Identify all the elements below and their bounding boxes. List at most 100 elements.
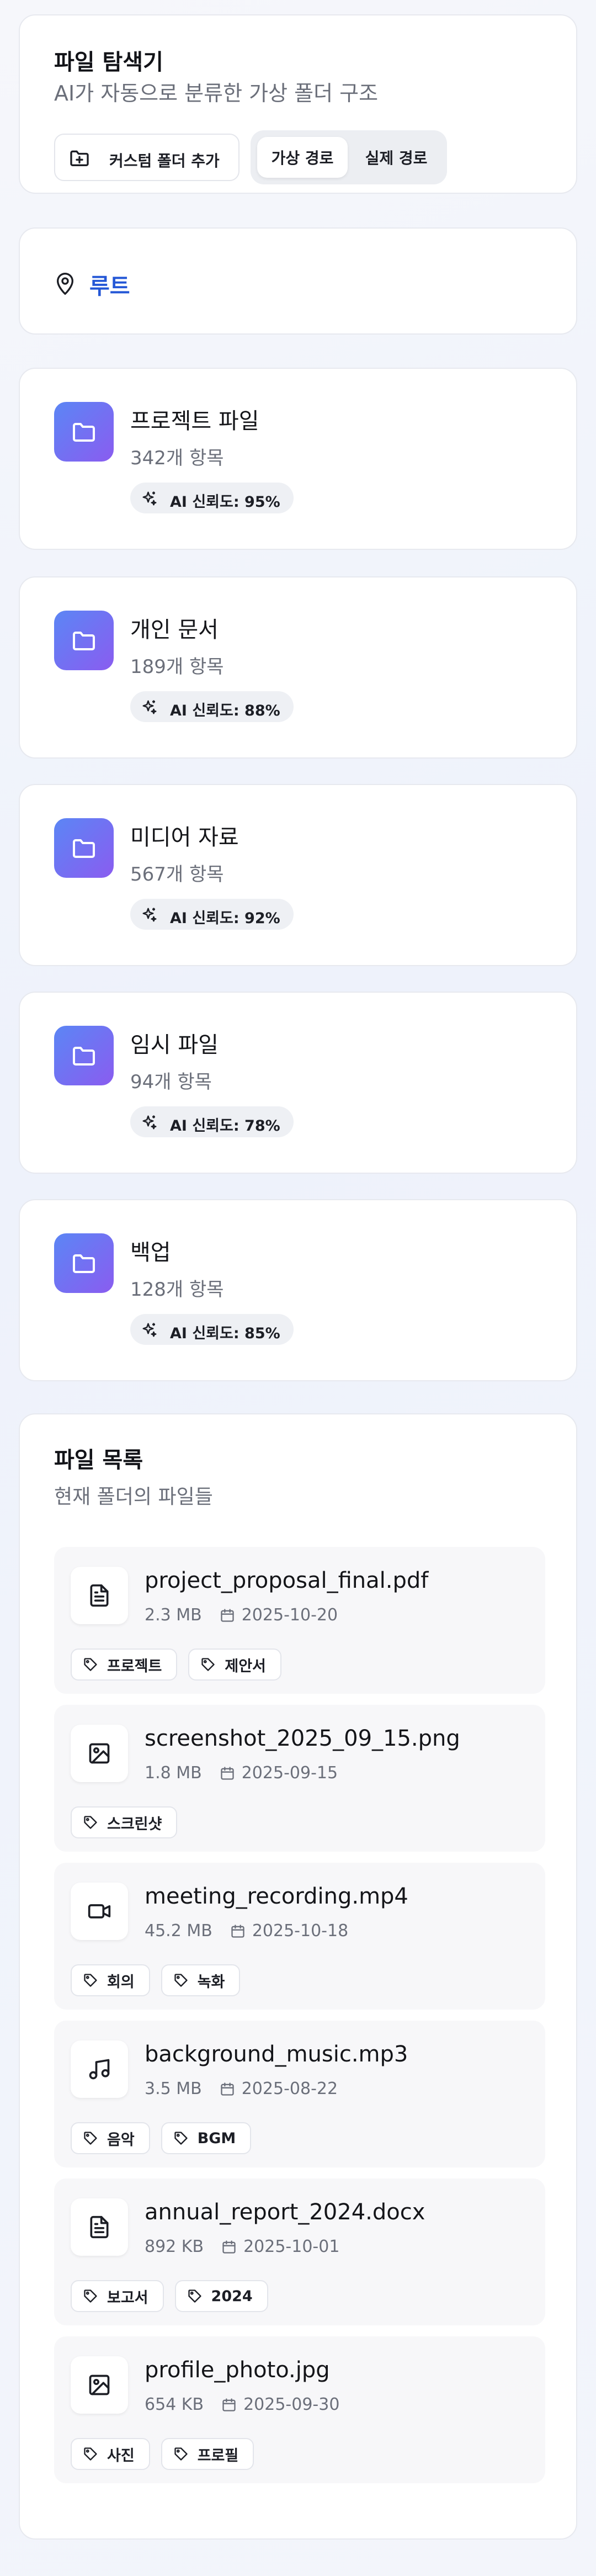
tag-label: 녹화 (197, 1973, 225, 1991)
file-tag[interactable]: 제안서 (188, 1649, 281, 1681)
sparkles-icon (142, 1115, 157, 1130)
file-item[interactable]: project_proposal_final.pdf 2.3 MB 2025-1… (54, 1547, 545, 1694)
file-item[interactable]: annual_report_2024.docx 892 KB 2025-10-0… (54, 2179, 545, 2325)
file-meta: 892 KB 2025-10-01 (145, 2237, 339, 2256)
folder-plus-icon (70, 150, 89, 166)
folder-name: 임시 파일 (130, 1032, 219, 1058)
file-explorer-header: 파일 탐색기 AI가 자동으로 분류한 가상 폴더 구조 커스텀 폴더 추가 가… (19, 14, 577, 194)
file-date: 2025-09-30 (243, 2395, 340, 2414)
image-icon (71, 1725, 128, 1782)
tag-list: 사진 프로필 (71, 2438, 265, 2470)
folder-name: 미디어 자료 (130, 825, 239, 850)
folder-card[interactable]: 백업 128개 항목 AI 신뢰도: 85% (19, 1199, 577, 1381)
tag-icon (174, 1974, 188, 1987)
add-custom-folder-button[interactable]: 커스텀 폴더 추가 (54, 134, 240, 181)
file-tag[interactable]: 녹화 (161, 1964, 241, 1996)
file-size: 1.8 MB (145, 1763, 202, 1783)
music-icon (71, 2040, 128, 2098)
document-icon (71, 1567, 128, 1624)
file-tag[interactable]: 프로필 (161, 2438, 254, 2470)
document-icon (71, 2198, 128, 2256)
path-mode-toggle: 가상 경로 실제 경로 (251, 130, 447, 184)
file-size: 45.2 MB (145, 1921, 212, 1941)
tag-list: 스크린샷 (71, 1806, 188, 1838)
file-tag[interactable]: 음악 (71, 2122, 150, 2154)
file-list-title: 파일 목록 (54, 1448, 143, 1473)
folder-card[interactable]: 임시 파일 94개 항목 AI 신뢰도: 78% (19, 992, 577, 1174)
file-name: screenshot_2025_09_15.png (145, 1726, 460, 1751)
ai-confidence-badge: AI 신뢰도: 92% (130, 899, 294, 930)
file-name: annual_report_2024.docx (145, 2199, 425, 2225)
breadcrumb-root-link[interactable]: 루트 (89, 268, 130, 300)
folder-icon (54, 818, 114, 878)
file-tag[interactable]: 스크린샷 (71, 1806, 178, 1838)
folder-card[interactable]: 개인 문서 189개 항목 AI 신뢰도: 88% (19, 576, 577, 759)
folder-item-count: 567개 항목 (130, 863, 224, 886)
page-title: 파일 탐색기 (54, 50, 163, 75)
file-tag[interactable]: 2024 (174, 2280, 268, 2312)
tag-list: 보고서 2024 (71, 2280, 279, 2312)
file-tag[interactable]: 프로젝트 (71, 1649, 178, 1681)
tag-list: 음악 BGM (71, 2122, 262, 2154)
tag-icon (84, 1816, 97, 1829)
ai-confidence-text: AI 신뢰도: 95% (170, 494, 280, 511)
file-meta: 3.5 MB 2025-08-22 (145, 2079, 338, 2098)
file-tag[interactable]: 회의 (71, 1964, 150, 1996)
file-name: profile_photo.jpg (145, 2357, 330, 2383)
folder-icon (54, 1026, 114, 1085)
tag-icon (188, 2289, 201, 2303)
file-tag[interactable]: BGM (161, 2122, 252, 2154)
tag-icon (84, 1658, 97, 1671)
file-meta: 45.2 MB 2025-10-18 (145, 1921, 348, 1941)
ai-confidence-text: AI 신뢰도: 92% (170, 910, 280, 927)
file-size: 2.3 MB (145, 1605, 202, 1625)
folder-icon (54, 1233, 114, 1293)
file-date: 2025-09-15 (241, 1763, 338, 1783)
folder-name: 개인 문서 (130, 617, 219, 643)
tag-icon (174, 2447, 188, 2461)
file-item[interactable]: background_music.mp3 3.5 MB 2025-08-22 음… (54, 2021, 545, 2167)
image-icon (71, 2356, 128, 2414)
file-item[interactable]: meeting_recording.mp4 45.2 MB 2025-10-18… (54, 1863, 545, 2010)
tag-icon (84, 2132, 97, 2145)
tag-label: 프로젝트 (107, 1657, 162, 1675)
tag-label: 회의 (107, 1973, 135, 1991)
file-list-subtitle: 현재 폴더의 파일들 (54, 1486, 213, 1508)
tag-label: 음악 (107, 2131, 135, 2149)
file-item[interactable]: profile_photo.jpg 654 KB 2025-09-30 사진 프… (54, 2336, 545, 2483)
page-subtitle: AI가 자동으로 분류한 가상 폴더 구조 (54, 81, 379, 105)
file-date: 2025-10-01 (243, 2237, 340, 2256)
file-tag[interactable]: 보고서 (71, 2280, 164, 2312)
file-size: 654 KB (145, 2395, 204, 2414)
file-item[interactable]: screenshot_2025_09_15.png 1.8 MB 2025-09… (54, 1705, 545, 1852)
file-date: 2025-08-22 (241, 2079, 338, 2098)
folder-card[interactable]: 프로젝트 파일 342개 항목 AI 신뢰도: 95% (19, 368, 577, 550)
calendar-icon (221, 1766, 234, 1780)
folder-card[interactable]: 미디어 자료 567개 항목 AI 신뢰도: 92% (19, 784, 577, 966)
tag-label: BGM (197, 2129, 236, 2147)
folder-icon (54, 402, 114, 462)
ai-confidence-badge: AI 신뢰도: 88% (130, 691, 294, 722)
file-meta: 2.3 MB 2025-10-20 (145, 1605, 338, 1625)
ai-confidence-text: AI 신뢰도: 85% (170, 1325, 280, 1342)
toggle-virtual-path[interactable]: 가상 경로 (257, 137, 348, 178)
sparkles-icon (142, 700, 157, 714)
folder-icon (54, 611, 114, 670)
ai-confidence-text: AI 신뢰도: 88% (170, 702, 280, 719)
tag-label: 스크린샷 (107, 1815, 162, 1833)
calendar-icon (231, 1924, 244, 1938)
video-icon (71, 1883, 128, 1940)
toggle-real-path[interactable]: 실제 경로 (352, 137, 440, 178)
tag-label: 제안서 (225, 1657, 266, 1675)
folder-item-count: 128개 항목 (130, 1279, 224, 1301)
tag-label: 사진 (107, 2447, 135, 2464)
tag-icon (84, 2447, 97, 2461)
file-list-panel: 파일 목록 현재 폴더의 파일들 project_proposal_final.… (19, 1413, 577, 2540)
tag-icon (201, 1658, 215, 1671)
breadcrumb: 루트 (19, 227, 577, 335)
tag-icon (84, 2289, 97, 2303)
file-tag[interactable]: 사진 (71, 2438, 150, 2470)
sparkles-icon (142, 908, 157, 922)
sparkles-icon (142, 1323, 157, 1337)
file-meta: 654 KB 2025-09-30 (145, 2395, 339, 2414)
